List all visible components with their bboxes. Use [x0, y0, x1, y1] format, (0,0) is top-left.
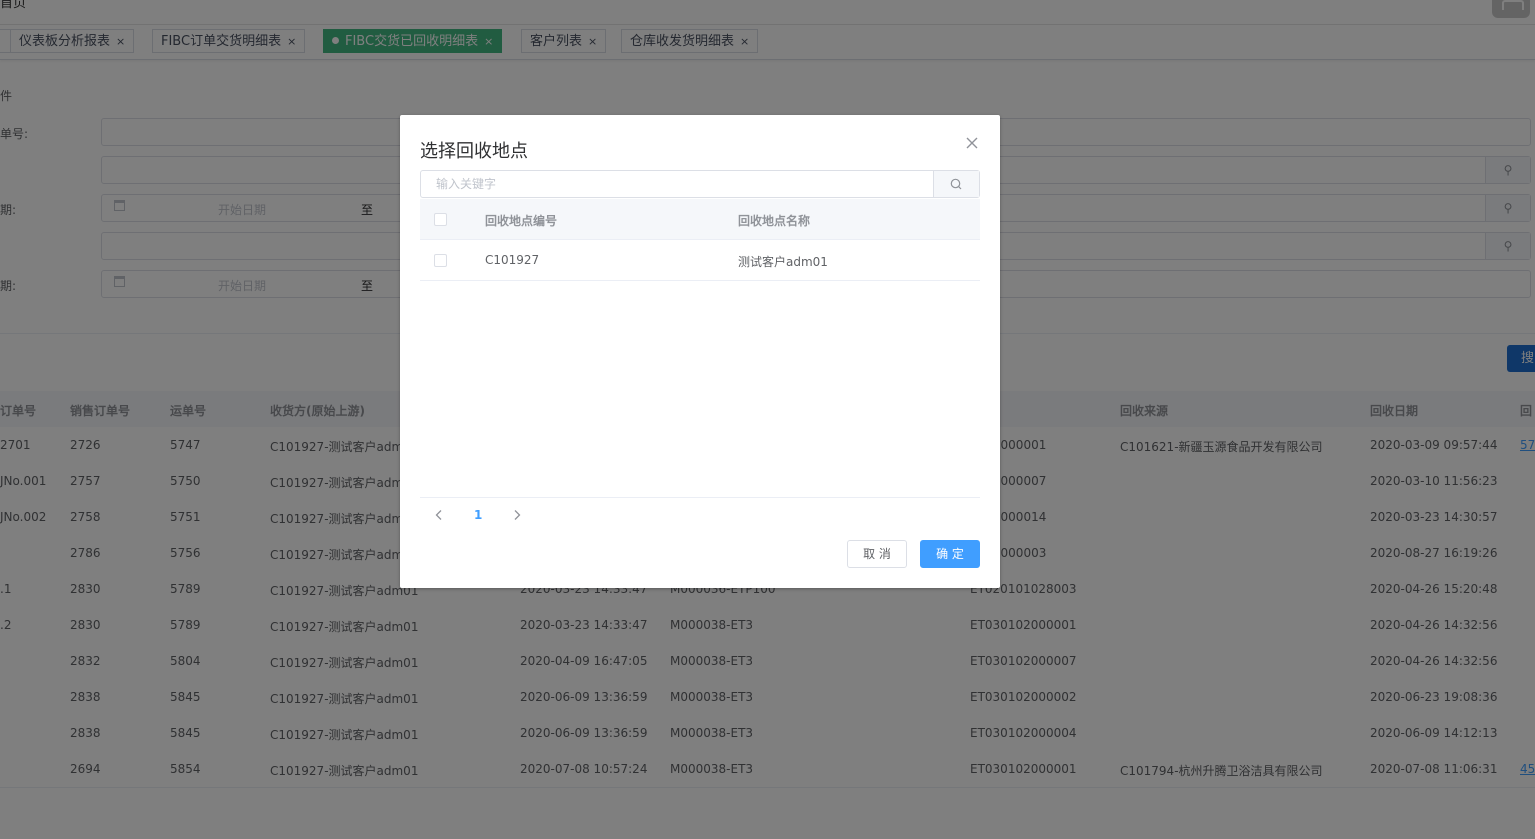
prev-page-icon[interactable] — [434, 509, 444, 521]
select-all-checkbox[interactable] — [434, 213, 447, 226]
dialog-title: 选择回收地点 — [420, 141, 528, 162]
cancel-button[interactable]: 取 消 — [847, 540, 907, 568]
location-table: 回收地点编号 回收地点名称 C101927 测试客户adm01 — [420, 199, 980, 281]
next-page-icon[interactable] — [512, 509, 522, 521]
location-name: 测试客户adm01 — [738, 255, 828, 269]
page-number[interactable]: 1 — [474, 508, 482, 522]
keyword-input[interactable] — [421, 171, 935, 197]
row-checkbox[interactable] — [434, 254, 447, 267]
col-location-name: 回收地点名称 — [738, 214, 811, 228]
select-recycle-location-dialog: 选择回收地点 回收地点编号 回收地点名称 C101927 测试客户a — [400, 115, 1000, 588]
keyword-search — [420, 170, 980, 198]
location-code: C101927 — [485, 253, 540, 267]
search-button[interactable] — [933, 171, 979, 197]
col-location-code: 回收地点编号 — [485, 214, 558, 228]
pagination: 1 — [420, 497, 980, 534]
page: 首页 仪表板分析报表× FIBC订单交货明细表× FIBC交货已回收明细表× 客… — [0, 0, 1535, 839]
location-table-header: 回收地点编号 回收地点名称 — [420, 199, 980, 240]
search-icon — [950, 178, 962, 190]
confirm-button[interactable]: 确 定 — [920, 540, 980, 568]
close-icon[interactable] — [964, 135, 980, 151]
table-row[interactable]: C101927 测试客户adm01 — [420, 240, 980, 281]
